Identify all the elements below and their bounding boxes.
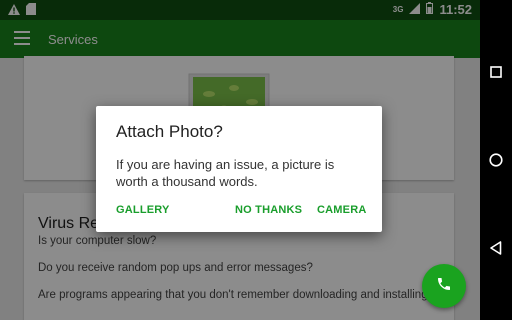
attach-photo-dialog: Attach Photo? If you are having an issue… [96, 106, 382, 232]
app-screen: 3G 11:52 Services Virus Re Is your compu… [0, 0, 480, 320]
call-fab[interactable] [422, 264, 466, 308]
system-nav-bar [480, 0, 512, 320]
recents-square-icon[interactable] [480, 56, 512, 88]
gallery-button[interactable]: GALLERY [116, 204, 170, 216]
camera-button[interactable]: CAMERA [317, 204, 366, 216]
dialog-message: If you are having an issue, a picture is… [116, 157, 335, 189]
no-thanks-button[interactable]: NO THANKS [235, 204, 302, 216]
home-circle-icon[interactable] [480, 144, 512, 176]
phone-icon [436, 276, 452, 297]
back-triangle-icon[interactable] [480, 232, 512, 264]
dialog-title: Attach Photo? [116, 122, 223, 141]
